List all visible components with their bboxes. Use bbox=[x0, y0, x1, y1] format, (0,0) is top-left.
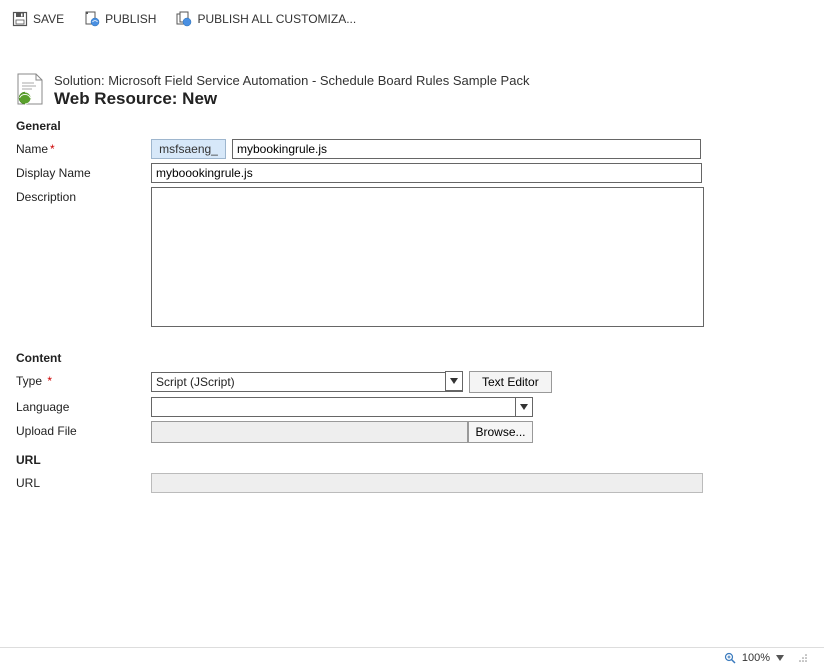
zoom-level[interactable]: 100% bbox=[742, 652, 770, 664]
name-prefix: msfsaeng_ bbox=[151, 139, 226, 159]
row-url: URL bbox=[16, 473, 808, 493]
toolbar: SAVE PUBLISH PUBLISH ALL CUSTOMIZA... bbox=[0, 0, 824, 38]
solution-breadcrumb: Solution: Microsoft Field Service Automa… bbox=[54, 73, 529, 88]
zoom-dropdown-icon[interactable] bbox=[776, 654, 784, 662]
page-header: Solution: Microsoft Field Service Automa… bbox=[16, 73, 808, 109]
section-content: Content bbox=[16, 351, 808, 365]
language-select[interactable] bbox=[151, 397, 533, 417]
label-upload-file: Upload File bbox=[16, 424, 77, 438]
row-upload-file: Upload File Browse... bbox=[16, 421, 808, 443]
browse-button[interactable]: Browse... bbox=[468, 421, 533, 443]
label-name: Name bbox=[16, 142, 48, 156]
row-description: Description bbox=[16, 187, 808, 327]
section-url: URL bbox=[16, 453, 808, 467]
required-marker: * bbox=[47, 374, 52, 388]
label-display-name: Display Name bbox=[16, 166, 91, 180]
save-label: SAVE bbox=[33, 12, 64, 26]
label-description: Description bbox=[16, 190, 76, 204]
web-resource-icon bbox=[16, 73, 44, 105]
url-field bbox=[151, 473, 703, 493]
status-bar: 100% bbox=[0, 647, 824, 667]
row-language: Language bbox=[16, 397, 808, 417]
publish-all-icon bbox=[176, 11, 192, 27]
resize-grip-icon[interactable] bbox=[798, 653, 808, 663]
publish-icon bbox=[84, 11, 100, 27]
publish-label: PUBLISH bbox=[105, 12, 156, 26]
publish-all-label: PUBLISH ALL CUSTOMIZA... bbox=[197, 12, 356, 26]
save-icon bbox=[12, 11, 28, 27]
row-name: Name* msfsaeng_ bbox=[16, 139, 808, 159]
description-input[interactable] bbox=[151, 187, 704, 327]
page-title: Web Resource: New bbox=[54, 89, 529, 109]
display-name-input[interactable] bbox=[151, 163, 702, 183]
publish-button[interactable]: PUBLISH bbox=[82, 7, 158, 31]
publish-all-button[interactable]: PUBLISH ALL CUSTOMIZA... bbox=[174, 7, 358, 31]
label-url: URL bbox=[16, 476, 40, 490]
save-button[interactable]: SAVE bbox=[10, 7, 66, 31]
magnifier-icon bbox=[724, 652, 736, 664]
main-content: Solution: Microsoft Field Service Automa… bbox=[0, 38, 824, 493]
required-marker: * bbox=[50, 142, 55, 156]
chevron-down-icon bbox=[515, 397, 533, 417]
upload-file-path bbox=[151, 421, 468, 443]
label-type: Type bbox=[16, 374, 42, 388]
type-value: Script (JScript) bbox=[156, 375, 235, 389]
name-input[interactable] bbox=[232, 139, 701, 159]
label-language: Language bbox=[16, 400, 69, 414]
row-type: Type * Script (JScript) Text Editor bbox=[16, 371, 808, 393]
chevron-down-icon bbox=[445, 371, 463, 391]
type-select[interactable]: Script (JScript) bbox=[151, 371, 463, 393]
row-display-name: Display Name bbox=[16, 163, 808, 183]
section-general: General bbox=[16, 119, 808, 133]
text-editor-button[interactable]: Text Editor bbox=[469, 371, 552, 393]
